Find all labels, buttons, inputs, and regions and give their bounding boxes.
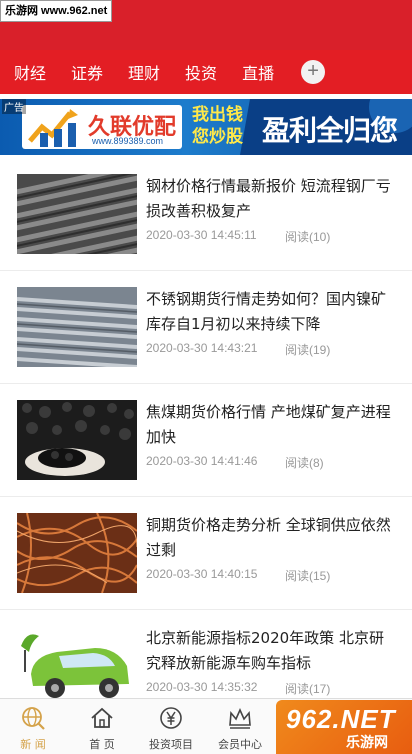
news-date: 2020-03-30 14:40:15 (146, 567, 258, 581)
site-watermark-logo: 962.NET 乐游网 (276, 700, 412, 754)
nav-item-investment[interactable]: 投资 (185, 60, 217, 84)
tab-label: 新 闻 (20, 738, 46, 751)
news-date: 2020-03-30 14:45:11 (146, 228, 257, 242)
tab-investment-projects[interactable]: 投资项目 (138, 699, 204, 754)
ad-logo-box: 久联优配 www.899389.com (22, 105, 182, 149)
news-read-count: 阅读(17) (285, 682, 331, 696)
news-read-count: 阅读(8) (285, 456, 324, 470)
ad-slogan-primary: 我出钱您炒股 (192, 105, 243, 147)
news-date: 2020-03-30 14:41:46 (146, 454, 258, 468)
ad-tag: 广告 (2, 99, 26, 114)
news-list: 钢材价格行情最新报价 短流程钢厂亏损改善积极复产 2020-03-30 14:4… (0, 158, 412, 723)
tab-home[interactable]: 首 页 (66, 699, 138, 754)
site-watermark: 乐游网 www.962.net (0, 0, 113, 22)
news-title[interactable]: 焦煤期货价格行情 产地煤矿复产进程加快 (146, 400, 396, 450)
nav-item-live[interactable]: 直播 (242, 60, 274, 84)
news-thumbnail-coal (17, 400, 137, 480)
add-category-icon[interactable]: + (301, 60, 326, 84)
news-item[interactable]: 焦煤期货价格行情 产地煤矿复产进程加快 2020-03-30 14:41:46 … (0, 384, 412, 497)
news-thumbnail-rebar (17, 174, 137, 254)
news-read-count: 阅读(15) (285, 569, 331, 583)
news-item[interactable]: 不锈钢期货行情走势如何？国内镍矿库存自1月初以来持续下降 2020-03-30 … (0, 271, 412, 384)
ad-slogan-secondary: 盈利全归您 (262, 114, 398, 147)
news-read-count: 阅读(10) (285, 230, 331, 244)
news-title[interactable]: 不锈钢期货行情走势如何？国内镍矿库存自1月初以来持续下降 (146, 287, 396, 337)
news-item[interactable]: 钢材价格行情最新报价 短流程钢厂亏损改善积极复产 2020-03-30 14:4… (0, 158, 412, 271)
tab-label: 投资项目 (149, 738, 193, 751)
news-thumbnail-steel-rods (17, 287, 137, 367)
tab-news[interactable]: 新 闻 (0, 699, 66, 754)
ad-banner[interactable]: 久联优配 www.899389.com 广告 我出钱您炒股 盈利全归您 (0, 99, 412, 155)
nav-item-finance[interactable]: 财经 (14, 60, 46, 84)
news-thumbnail-ev-car (17, 626, 137, 706)
yen-icon (160, 707, 182, 729)
ad-logo-icon (28, 109, 78, 147)
globe-icon (22, 707, 45, 730)
tab-member-center[interactable]: 会员中心 (204, 699, 276, 754)
news-item[interactable]: 铜期货价格走势分析 全球铜供应依然过剩 2020-03-30 14:40:15 … (0, 497, 412, 610)
news-date: 2020-03-30 14:43:21 (146, 341, 258, 355)
watermark-main: 962.NET (286, 704, 396, 734)
news-title[interactable]: 北京新能源指标2020年政策 北京研究释放新能源车购车指标 (146, 626, 396, 676)
tab-label: 会员中心 (218, 738, 262, 751)
watermark-sub: 乐游网 (346, 735, 388, 751)
tab-label: 首 页 (89, 738, 115, 751)
nav-item-securities[interactable]: 证券 (71, 60, 103, 84)
ad-url: www.899389.com (92, 136, 164, 146)
news-title[interactable]: 铜期货价格走势分析 全球铜供应依然过剩 (146, 513, 396, 563)
crown-icon (229, 708, 251, 729)
news-date: 2020-03-30 14:35:32 (146, 680, 258, 694)
home-icon (91, 707, 113, 728)
category-nav: 财经 证券 理财 投资 直播 + (0, 50, 412, 94)
news-read-count: 阅读(19) (285, 343, 331, 357)
news-thumbnail-copper (17, 513, 137, 593)
news-title[interactable]: 钢材价格行情最新报价 短流程钢厂亏损改善积极复产 (146, 174, 396, 224)
nav-item-wealth[interactable]: 理财 (128, 60, 160, 84)
